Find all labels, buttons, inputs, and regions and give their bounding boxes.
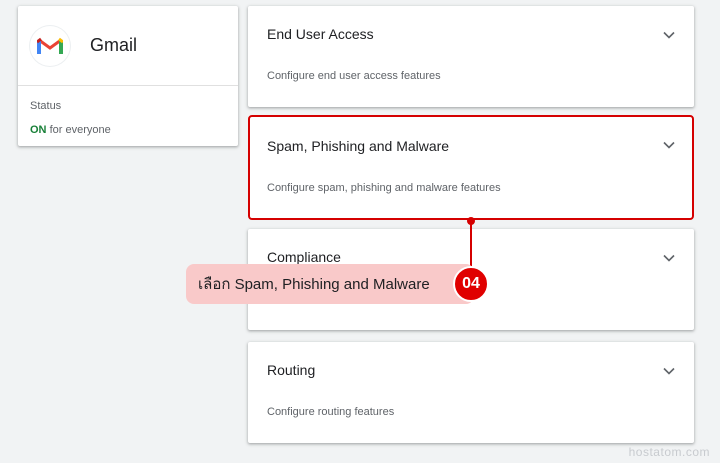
callout-bubble: เลือก Spam, Phishing and Malware [186,264,474,304]
setting-end-user-access[interactable]: End User Access Configure end user acces… [248,6,694,107]
chevron-down-icon[interactable] [662,364,676,378]
setting-description: Configure end user access features [267,70,441,82]
setting-spam-phishing-malware[interactable]: Spam, Phishing and Malware Configure spa… [248,115,694,220]
setting-title: End User Access [267,26,374,42]
app-name: Gmail [90,35,138,55]
status-scope: for everyone [49,124,111,136]
admin-page: Gmail Status ON for everyone End User Ac… [0,0,720,463]
setting-description: Configure routing features [267,406,395,418]
callout-connector [470,220,472,270]
setting-description: Configure spam, phishing and malware fea… [267,182,501,194]
callout-anchor-dot [467,217,475,225]
app-status: Status ON for everyone [18,86,238,136]
callout-text: เลือก Spam, Phishing and Malware [198,276,430,293]
chevron-down-icon[interactable] [662,251,676,265]
chevron-down-icon[interactable] [662,138,676,152]
status-label: Status [30,100,62,112]
setting-routing[interactable]: Routing Configure routing features [248,342,694,443]
app-header: Gmail [18,6,238,86]
gmail-logo-icon [30,25,70,66]
step-badge: 04 [453,266,489,302]
setting-title: Routing [267,362,316,378]
watermark: hostatom.com [628,445,710,459]
status-on: ON [30,124,47,136]
chevron-down-icon[interactable] [662,28,676,42]
step-number: 04 [462,275,480,292]
gmail-app-card: Gmail Status ON for everyone [18,6,238,146]
setting-title: Spam, Phishing and Malware [267,138,450,154]
status-value: ON for everyone [30,124,226,136]
